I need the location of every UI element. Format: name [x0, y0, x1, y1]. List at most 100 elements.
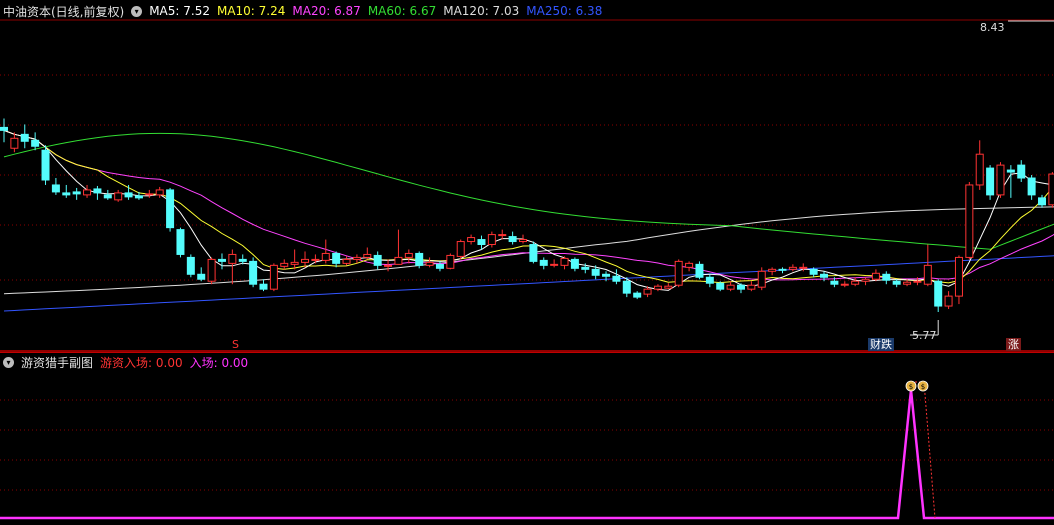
- candle-body: [176, 229, 185, 255]
- candle: [103, 189, 112, 200]
- candle: [269, 263, 278, 292]
- candle-body: [134, 195, 143, 199]
- candle: [238, 254, 247, 265]
- candle-body: [944, 295, 953, 307]
- candle: [487, 231, 496, 248]
- candle-body: [332, 252, 341, 264]
- candle-body: [487, 234, 496, 246]
- candle: [612, 269, 621, 285]
- candle: [197, 267, 206, 282]
- candle-body: [529, 244, 538, 262]
- candle: [809, 267, 818, 278]
- candle-body: [664, 285, 673, 289]
- candle-body: [674, 260, 683, 286]
- candle: [301, 251, 310, 268]
- candle: [560, 256, 569, 270]
- candle-body: [757, 270, 766, 288]
- candle: [788, 264, 797, 272]
- candle: [778, 267, 787, 274]
- candle-body: [425, 261, 434, 266]
- candle: [685, 261, 694, 272]
- candle: [166, 187, 175, 232]
- candle: [996, 162, 1005, 198]
- candle-body: [830, 280, 839, 285]
- high-price-label: 8.43: [980, 21, 1005, 34]
- candle: [519, 234, 527, 244]
- candle-body: [166, 189, 175, 229]
- candle: [768, 267, 777, 276]
- candle-body: [882, 273, 891, 281]
- candle-body: [913, 280, 922, 283]
- candle-body: [446, 254, 455, 269]
- candle-body: [415, 252, 424, 266]
- candle-body: [975, 153, 984, 186]
- candle-body: [1048, 173, 1054, 206]
- ma20-line: [3, 129, 1054, 281]
- candle-body: [705, 276, 714, 284]
- candle-body: [373, 254, 382, 266]
- candle: [498, 229, 507, 240]
- candle-body: [280, 262, 289, 267]
- candle: [0, 118, 8, 143]
- candle: [415, 251, 424, 269]
- candle-body: [10, 137, 19, 149]
- candle-body: [124, 192, 133, 198]
- candle: [41, 145, 50, 185]
- candle: [176, 227, 185, 258]
- candle: [747, 281, 756, 292]
- candle-body: [321, 252, 330, 261]
- candle-body: [342, 258, 351, 264]
- candle-body: [384, 264, 393, 267]
- candle-body: [197, 273, 206, 280]
- candle-body: [591, 268, 600, 276]
- main-candlestick-chart[interactable]: [0, 0, 1054, 352]
- candle: [342, 256, 351, 266]
- candle-body: [477, 239, 486, 246]
- candle: [695, 261, 704, 280]
- candle: [145, 189, 154, 198]
- candle-body: [736, 284, 745, 290]
- money-bag-icon: $: [905, 380, 917, 392]
- candle-body: [612, 275, 621, 282]
- candle: [114, 189, 123, 202]
- candle: [840, 281, 849, 288]
- candle-body: [1038, 197, 1046, 206]
- candle-body: [145, 193, 154, 196]
- candle-body: [550, 263, 559, 266]
- candle: [217, 253, 226, 270]
- candle-body: [965, 184, 974, 258]
- candle-body: [840, 283, 849, 286]
- candle: [425, 257, 434, 268]
- candle-body: [259, 283, 268, 290]
- candle: [934, 279, 943, 312]
- candle-body: [570, 258, 579, 269]
- svg-text:$: $: [921, 383, 925, 391]
- candle-body: [207, 258, 216, 282]
- candle: [207, 257, 216, 285]
- candle-body: [51, 184, 60, 193]
- candle-body: [0, 126, 8, 131]
- candle-body: [217, 258, 226, 262]
- candle-body: [269, 264, 278, 290]
- candle-body: [809, 268, 818, 275]
- sub-indicator-chart[interactable]: $ $: [0, 352, 1054, 525]
- candle-body: [1006, 169, 1015, 173]
- candle: [1027, 175, 1036, 200]
- candle-body: [851, 280, 860, 285]
- candle: [228, 249, 237, 285]
- candle: [674, 259, 683, 288]
- candle: [20, 124, 29, 149]
- candle: [550, 259, 559, 268]
- candle-body: [114, 192, 123, 201]
- candle-body: [508, 236, 517, 243]
- candle: [446, 253, 455, 270]
- candle-body: [352, 256, 361, 260]
- candle-body: [72, 191, 81, 195]
- candle-body: [892, 280, 901, 285]
- candle: [508, 231, 517, 245]
- entry-signal-line: [0, 389, 1054, 520]
- candle: [965, 181, 974, 260]
- candle: [259, 279, 268, 292]
- candle: [290, 249, 299, 270]
- rise-marker: 涨: [1006, 338, 1021, 351]
